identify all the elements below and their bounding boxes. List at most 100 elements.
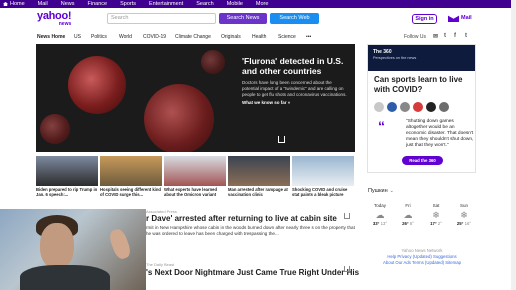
chevron-down-icon[interactable]: ⌄ xyxy=(390,188,394,194)
snow-icon: ❄ xyxy=(432,210,440,220)
tumblr-icon[interactable]: t xyxy=(444,33,446,39)
search-news-button[interactable]: Search News xyxy=(219,13,267,24)
header: yahoo! news Search Search News Search We… xyxy=(0,8,516,32)
thumb-story[interactable]: Man arrested after rampage at vaccinatio… xyxy=(228,156,290,197)
nav-news-home[interactable]: News Home xyxy=(37,34,65,40)
network-logo xyxy=(400,101,410,112)
article-title[interactable]: r Dave' arrested after returning to live… xyxy=(146,214,337,223)
promo-header: The 360 Perspectives on the news xyxy=(368,45,475,71)
weather-temps: 33° 13° xyxy=(370,221,390,226)
nav-more[interactable]: ••• xyxy=(306,34,311,40)
scrollbar[interactable] xyxy=(511,0,516,290)
thumb-caption[interactable]: Man arrested after rampage at vaccinatio… xyxy=(228,187,290,197)
nav-world[interactable]: World xyxy=(119,34,132,40)
promo-logos xyxy=(374,101,474,112)
weather-location-label[interactable]: Пушкин xyxy=(368,188,388,194)
nav-originals[interactable]: Originals xyxy=(221,34,241,40)
nav-health[interactable]: Health xyxy=(252,34,266,40)
virus-image-3 xyxy=(40,114,70,144)
thumb-story[interactable]: Biden prepared to rip Trump in Jan. 6 sp… xyxy=(36,156,98,197)
topbar-mail[interactable]: Mail xyxy=(38,1,48,7)
mail-social-icon[interactable]: ✉ xyxy=(433,33,438,40)
search-input[interactable]: Search xyxy=(107,13,216,24)
network-logo xyxy=(426,101,436,112)
temp-high: 33° xyxy=(372,221,380,226)
article-source: The Daily Beast xyxy=(146,262,175,267)
nav-climate-change[interactable]: Climate Change xyxy=(175,34,211,40)
topbar-home-label[interactable]: Home xyxy=(10,1,25,7)
nav-covid[interactable]: COVID-19 xyxy=(143,34,166,40)
topbar-finance[interactable]: Finance xyxy=(88,1,108,7)
thumb-image xyxy=(292,156,354,186)
share-icon[interactable] xyxy=(344,266,350,272)
mail-label[interactable]: Mail xyxy=(461,15,472,21)
weather-day: Fri ☁ 26° 6° xyxy=(398,203,418,226)
weather-temps: 26° 6° xyxy=(398,221,418,226)
cloud-icon: ☁ xyxy=(403,210,413,220)
quote-mark: “ xyxy=(378,118,385,134)
virus-image-2 xyxy=(144,84,214,152)
search-web-button[interactable]: Search Web xyxy=(270,13,319,24)
network-logo xyxy=(374,101,384,112)
nav-science[interactable]: Science xyxy=(278,34,296,40)
home-icon xyxy=(3,2,8,6)
network-logo xyxy=(413,101,423,112)
hero-text: 'Flurona' detected in U.S. and other cou… xyxy=(242,56,348,105)
mail-icon xyxy=(448,14,459,22)
network-logo xyxy=(387,101,397,112)
thumbnail-strip: Biden prepared to rip Trump in Jan. 6 sp… xyxy=(36,156,356,200)
topbar-search[interactable]: Search xyxy=(196,1,213,7)
topbar-more[interactable]: More xyxy=(256,1,269,7)
promo-title[interactable]: Can sports learn to live with COVID? xyxy=(374,75,474,95)
topbar-news[interactable]: News xyxy=(61,1,75,7)
read-the-360-button[interactable]: Read the 360 xyxy=(402,156,443,165)
footer-line-2[interactable]: About Our Ads Terms (Updated) Sitemap xyxy=(366,260,478,266)
temp-high: 25° xyxy=(456,221,464,226)
thumb-story[interactable]: What experts have learned about the Omic… xyxy=(164,156,226,197)
promo-brand: The 360 xyxy=(373,49,392,55)
promo-tagline: Perspectives on the news xyxy=(373,56,417,60)
twitter-icon[interactable]: t xyxy=(465,33,467,39)
promo-quote: "Shutting down games altogether would be… xyxy=(406,119,474,148)
temp-low: 2° xyxy=(437,221,442,226)
topbar-mobile[interactable]: Mobile xyxy=(227,1,243,7)
temp-high: 17° xyxy=(430,221,437,226)
thumb-caption[interactable]: What experts have learned about the Omic… xyxy=(164,187,226,197)
weather-day: Today ☁ 33° 13° xyxy=(370,203,390,226)
thumb-image xyxy=(36,156,98,186)
sign-in-button[interactable]: Sign in xyxy=(412,14,437,24)
webcam-person-body xyxy=(20,265,110,290)
topbar-entertainment[interactable]: Entertainment xyxy=(149,1,183,7)
article-title[interactable]: 's Next Door Nightmare Just Came True Ri… xyxy=(146,268,359,277)
hero-story[interactable]: 'Flurona' detected in U.S. and other cou… xyxy=(36,44,355,152)
nav-politics[interactable]: Politics xyxy=(91,34,107,40)
weather-forecast: Today ☁ 33° 13° Fri ☁ 26° 6° Sat ❄ 17° 2… xyxy=(366,203,478,237)
weather-day: Sun ❄ 25° 16° xyxy=(454,203,474,226)
hero-title[interactable]: 'Flurona' detected in U.S. and other cou… xyxy=(242,56,348,76)
temp-low: 6° xyxy=(409,221,414,226)
yahoo-news-logo[interactable]: yahoo! news xyxy=(37,11,72,28)
thumb-story[interactable]: Hospitals seeing different kind of COVID… xyxy=(100,156,162,197)
facebook-icon[interactable]: f xyxy=(454,33,456,39)
snow-icon: ❄ xyxy=(460,210,468,220)
weather-location[interactable]: Пушкин ⌄ xyxy=(368,188,394,194)
thumb-story[interactable]: Shocking COVID and cruise stat paints a … xyxy=(292,156,354,197)
webcam-overlay xyxy=(0,209,146,290)
thumb-caption[interactable]: Hospitals seeing different kind of COVID… xyxy=(100,187,162,197)
temp-high: 26° xyxy=(402,221,409,226)
virus-image-4 xyxy=(201,50,225,74)
footer-links: Yahoo News Network Help Privacy (Updated… xyxy=(366,248,478,266)
mail-link[interactable]: Mail xyxy=(448,14,472,22)
weather-temps: 17° 2° xyxy=(426,221,446,226)
nav-us[interactable]: US xyxy=(74,34,81,40)
the-360-promo[interactable]: The 360 Perspectives on the news Can spo… xyxy=(367,44,476,173)
share-icon[interactable] xyxy=(344,213,350,219)
thumb-caption[interactable]: Biden prepared to rip Trump in Jan. 6 sp… xyxy=(36,187,98,197)
section-nav: News Home US Politics World COVID-19 Cli… xyxy=(0,32,516,43)
hero-more-link[interactable]: What we know so far » xyxy=(242,100,348,105)
thumb-caption[interactable]: Shocking COVID and cruise stat paints a … xyxy=(292,187,354,197)
topbar-sports[interactable]: Sports xyxy=(120,1,136,7)
share-icon[interactable] xyxy=(278,136,285,143)
temp-low: 13° xyxy=(380,221,388,226)
topbar-home[interactable]: Home xyxy=(3,1,25,7)
